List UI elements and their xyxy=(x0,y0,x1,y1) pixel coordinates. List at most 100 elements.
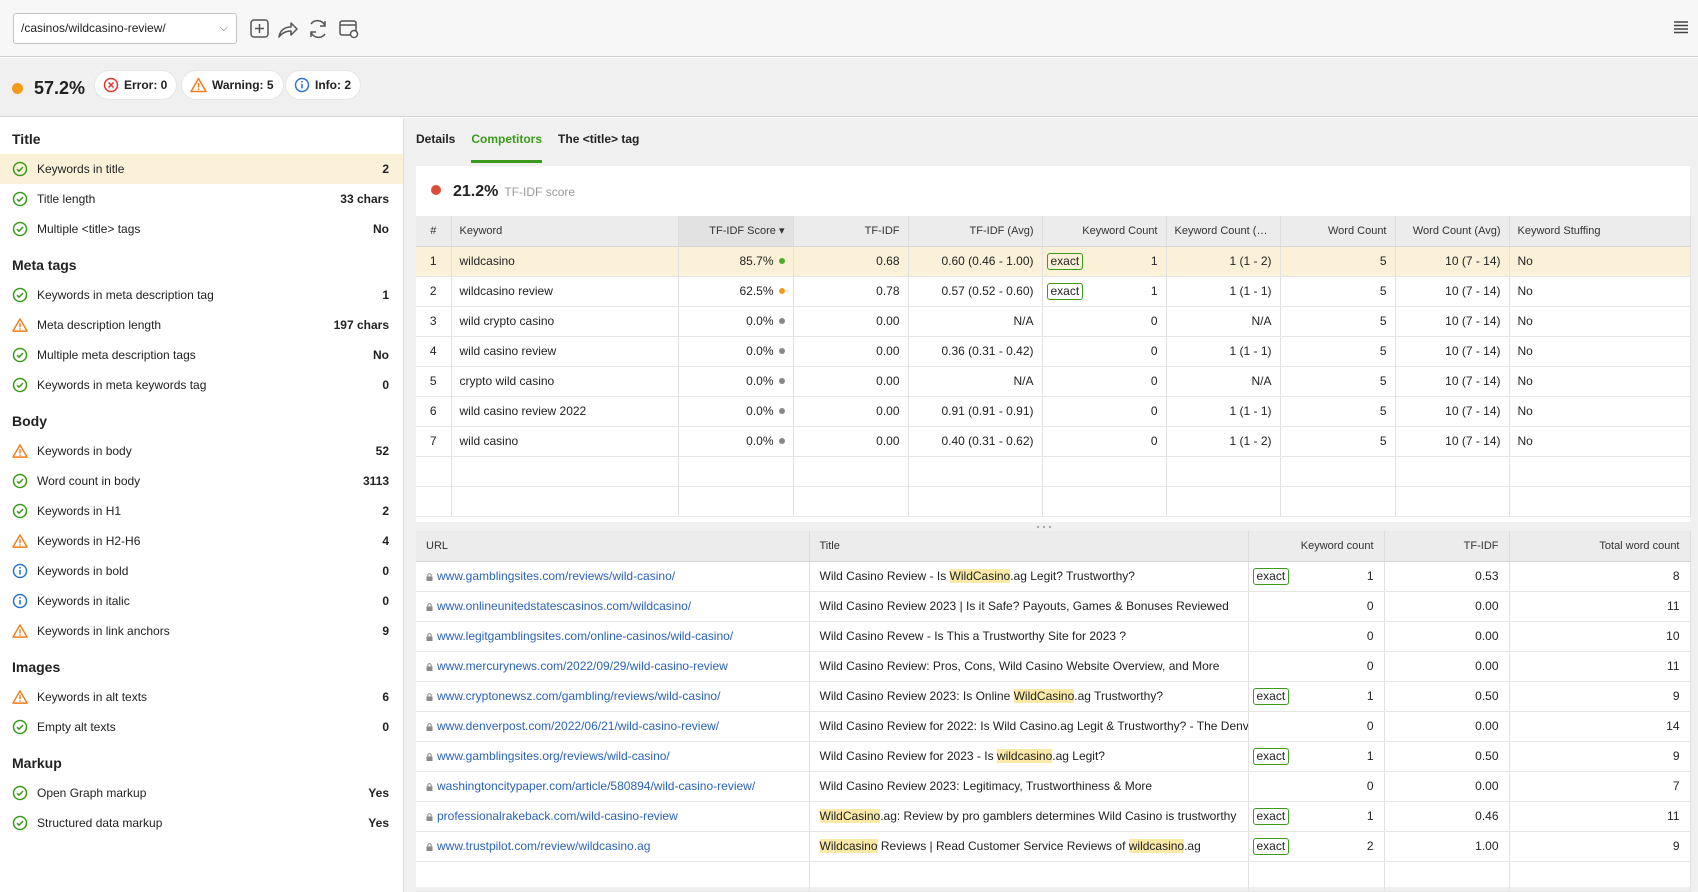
sidebar-factor-item[interactable]: Keywords in meta description tag 1 xyxy=(0,280,403,310)
column-header[interactable]: Keyword Count (A... xyxy=(1166,216,1281,247)
tab-title-tag[interactable]: The <title> tag xyxy=(558,133,639,163)
sidebar-factor-item[interactable]: Empty alt texts 0 xyxy=(0,712,403,742)
add-icon[interactable] xyxy=(248,17,272,41)
table-row[interactable]: www.trustpilot.com/review/wildcasino.ag W… xyxy=(416,831,1691,862)
sidebar-factor-item[interactable]: Word count in body 3113 xyxy=(0,466,403,496)
table-row[interactable]: www.onlineunitedstatescasinos.com/wildca… xyxy=(416,591,1691,622)
competitor-url-link[interactable]: www.denverpost.com/2022/06/21/wild-casin… xyxy=(437,719,719,733)
table-row[interactable]: washingtoncitypaper.com/article/580894/w… xyxy=(416,771,1691,802)
sidebar-factor-item[interactable]: Keywords in title 2 xyxy=(0,154,403,184)
lock-icon xyxy=(426,720,433,731)
column-header[interactable]: TF-IDF xyxy=(793,216,909,247)
column-header[interactable]: TF-IDF Score ▾ xyxy=(678,216,794,247)
sidebar-factor-item[interactable]: Title length 33 chars xyxy=(0,184,403,214)
keyword-count-avg-cell: N/A xyxy=(1166,306,1281,337)
menu-icon[interactable] xyxy=(1673,19,1689,35)
tfidf-score-value: 62.5% xyxy=(739,284,774,298)
tfidf-score-cell: 85.7% xyxy=(678,246,794,277)
table-row[interactable]: 1 wildcasino 85.7% 0.68 0.60 (0.46 - 1.00) ex… xyxy=(416,246,1691,277)
error-filter-pill[interactable]: Error: 0 xyxy=(94,70,178,100)
table-row[interactable]: professionalrakeback.com/wild-casino-rev… xyxy=(416,801,1691,832)
table-row[interactable]: www.cryptonewsz.com/gambling/reviews/wil… xyxy=(416,681,1691,712)
settings-icon[interactable] xyxy=(337,17,361,41)
sidebar-factor-item[interactable]: Keywords in H1 2 xyxy=(0,496,403,526)
keyword-count-avg-cell: 1 (1 - 1) xyxy=(1166,336,1281,367)
column-header[interactable]: Word Count xyxy=(1280,216,1396,247)
table-row[interactable]: www.legitgamblingsites.com/online-casino… xyxy=(416,621,1691,652)
tfidf-cell: 0.00 xyxy=(1384,711,1510,742)
empty-cell xyxy=(1042,456,1167,487)
warning-icon xyxy=(12,443,28,459)
sidebar-factor-item[interactable]: Multiple meta description tags No xyxy=(0,340,403,370)
sidebar-factor-item[interactable]: Keywords in H2-H6 4 xyxy=(0,526,403,556)
table-row[interactable]: 5 crypto wild casino 0.0% 0.00 N/A 0 N/A 5 10 (7… xyxy=(416,366,1691,397)
word-count-cell: 5 xyxy=(1280,366,1396,397)
sidebar-factor-item[interactable]: Keywords in alt texts 6 xyxy=(0,682,403,712)
tfidf-cell: 0.00 xyxy=(793,426,909,457)
column-header[interactable]: Keyword count xyxy=(1248,531,1385,562)
keyword-count-cell: 0 xyxy=(1248,591,1385,622)
keyword-count-value: 0 xyxy=(1150,314,1158,328)
table-row[interactable]: 2 wildcasino review 62.5% 0.78 0.57 (0.52 - … xyxy=(416,276,1691,307)
competitor-url-link[interactable]: www.mercurynews.com/2022/09/29/wild-casi… xyxy=(437,659,728,673)
sidebar-factor-item[interactable]: Keywords in link anchors 9 xyxy=(0,616,403,646)
page-url-select[interactable]: /casinos/wildcasino-review/ ⌵ xyxy=(13,13,237,44)
competitor-url-link[interactable]: www.onlineunitedstatescasinos.com/wildca… xyxy=(437,599,691,613)
column-header[interactable]: Word Count (Avg) xyxy=(1395,216,1510,247)
tfidf-score-value: 0.0% xyxy=(746,404,774,418)
warning-filter-pill[interactable]: Warning: 5 xyxy=(181,70,284,100)
title-text: Wild Casino Review 2023: Legitimacy, Tru… xyxy=(819,779,1153,793)
table-row[interactable]: www.mercurynews.com/2022/09/29/wild-casi… xyxy=(416,651,1691,682)
column-header[interactable]: Title xyxy=(809,531,1249,562)
empty-cell xyxy=(908,456,1043,487)
score-status-dot-icon xyxy=(778,288,785,294)
sidebar-factor-item[interactable]: Keywords in italic 0 xyxy=(0,586,403,616)
competitor-url-link[interactable]: www.trustpilot.com/review/wildcasino.ag xyxy=(437,839,650,853)
column-header[interactable]: Keyword xyxy=(451,216,679,247)
table-row[interactable]: www.gamblingsites.org/reviews/wild-casin… xyxy=(416,741,1691,772)
keyword-count-avg-cell: 1 (1 - 1) xyxy=(1166,396,1281,427)
sidebar-factor-item[interactable]: Multiple <title> tags No xyxy=(0,214,403,244)
tab-competitors[interactable]: Competitors xyxy=(471,133,542,163)
competitor-url-link[interactable]: www.gamblingsites.com/reviews/wild-casin… xyxy=(437,569,675,583)
keyword-count-cell: exact 1 xyxy=(1248,681,1385,712)
table-row[interactable]: 6 wild casino review 2022 0.0% 0.00 0.91 (0.… xyxy=(416,396,1691,427)
column-header[interactable]: Total word count xyxy=(1509,531,1691,562)
sidebar-factor-item[interactable]: Meta description length 197 chars xyxy=(0,310,403,340)
factor-label: Multiple <title> tags xyxy=(37,222,141,236)
competitor-url-link[interactable]: washingtoncitypaper.com/article/580894/w… xyxy=(437,779,755,793)
check-circle-icon xyxy=(12,161,28,177)
competitor-url-link[interactable]: www.cryptonewsz.com/gambling/reviews/wil… xyxy=(437,689,720,703)
column-header[interactable]: # xyxy=(416,216,452,247)
table-row[interactable]: www.denverpost.com/2022/06/21/wild-casin… xyxy=(416,711,1691,742)
check-circle-icon xyxy=(12,287,28,303)
column-header[interactable]: Keyword Stuffing xyxy=(1509,216,1691,247)
row-number: 2 xyxy=(416,276,452,307)
row-number: 3 xyxy=(416,306,452,337)
table-row[interactable]: 7 wild casino 0.0% 0.00 0.40 (0.31 - 0.62) 0 1… xyxy=(416,426,1691,457)
sidebar-factor-item[interactable]: Keywords in meta keywords tag 0 xyxy=(0,370,403,400)
sidebar-factor-item[interactable]: Structured data markup Yes xyxy=(0,808,403,838)
sidebar-factor-item[interactable]: Open Graph markup Yes xyxy=(0,778,403,808)
competitor-url-link[interactable]: www.legitgamblingsites.com/online-casino… xyxy=(437,629,733,643)
share-icon[interactable] xyxy=(276,17,300,41)
column-header[interactable]: TF-IDF xyxy=(1384,531,1510,562)
sidebar-factor-item[interactable]: Keywords in bold 0 xyxy=(0,556,403,586)
competitor-url-link[interactable]: www.gamblingsites.org/reviews/wild-casin… xyxy=(437,749,670,763)
horizontal-splitter-handle[interactable] xyxy=(1034,525,1054,529)
word-count-cell: 5 xyxy=(1280,306,1396,337)
info-filter-pill[interactable]: Info: 2 xyxy=(285,70,361,100)
table-row[interactable]: 3 wild crypto casino 0.0% 0.00 N/A 0 N/A 5 10 (7… xyxy=(416,306,1691,337)
info-icon xyxy=(294,77,310,93)
column-header[interactable]: Keyword Count xyxy=(1042,216,1167,247)
refresh-icon[interactable] xyxy=(306,17,330,41)
sidebar-factor-item[interactable]: Keywords in body 52 xyxy=(0,436,403,466)
tab-details[interactable]: Details xyxy=(416,133,455,163)
empty-cell xyxy=(1280,456,1396,487)
competitor-url-link[interactable]: professionalrakeback.com/wild-casino-rev… xyxy=(437,809,678,823)
title-text: Wild Casino Review 2023 | Is it Safe? Pa… xyxy=(819,599,1229,613)
table-row[interactable]: 4 wild casino review 0.0% 0.00 0.36 (0.31 - … xyxy=(416,336,1691,367)
column-header[interactable]: URL xyxy=(416,531,810,562)
table-row[interactable]: www.gamblingsites.com/reviews/wild-casin… xyxy=(416,561,1691,592)
column-header[interactable]: TF-IDF (Avg) xyxy=(908,216,1043,247)
